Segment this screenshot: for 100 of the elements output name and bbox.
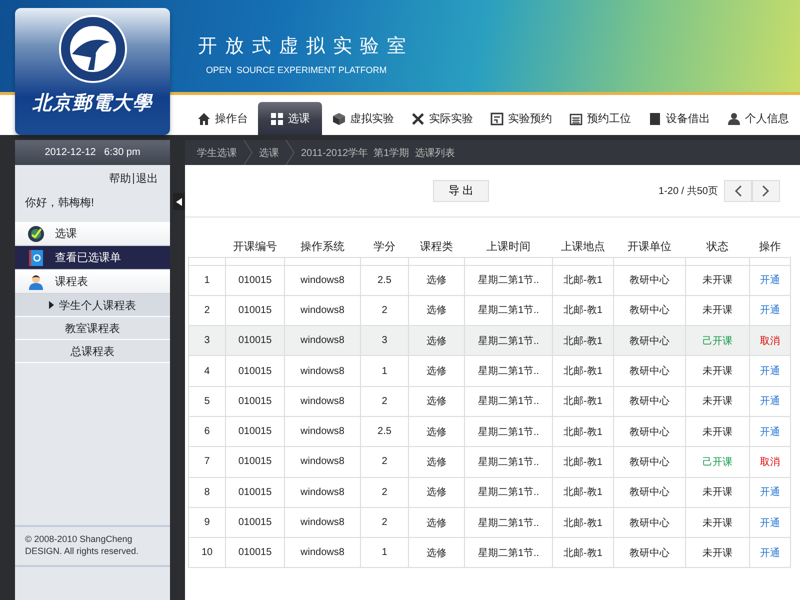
status-cell: 未开课 [686,477,750,508]
action-link[interactable]: 开通 [760,396,780,408]
table-cell: 010015 [226,477,284,508]
table-cell: 010015 [226,538,284,568]
nav-tab[interactable]: 实际实验 [404,102,480,135]
table-cell: 010015 [226,416,284,447]
table-cell: windows8 [284,356,360,386]
copyright-text: © 2008-2010 ShangCheng DESIGN. All rights reserved. [15,525,170,567]
menu-item[interactable]: 选课 [15,222,170,246]
table-cell: 星期二第1节.. [464,446,552,478]
table-cell: 北邮-教1 [552,538,614,568]
table-cell: 2 [360,507,408,538]
table-cell: 星期二第1节.. [464,416,552,447]
calendar-icon [569,112,583,126]
table-cell: 5 [188,386,226,416]
table-cell: 教研中心 [614,356,686,386]
table-cell: 星期二第1节.. [464,538,552,568]
breadcrumb-item[interactable]: 学生选课 [197,146,237,160]
column-header: 上课时间 [464,236,552,257]
table-cell: 选修 [408,386,464,416]
table-cell: 选修 [408,538,464,568]
menu-item[interactable]: 查看已选课单 [15,246,170,270]
table-cell: 星期二第1节.. [464,507,552,538]
table-cell: 北邮-教1 [552,507,614,538]
column-header: 操作系统 [284,236,360,257]
greeting-text: 你好，韩梅梅! [25,196,96,210]
table-cell: 选修 [408,416,464,447]
table-cell: 北邮-教1 [552,416,614,447]
site-title: 开放式虚拟实验室 [198,35,415,59]
action-link[interactable]: 开通 [760,305,780,316]
nav-tab[interactable]: 虚拟实验 [325,102,401,135]
table-cell: 教研中心 [614,386,686,416]
logo-text: 北京郵電大學 [32,91,152,116]
table-cell: windows8 [284,265,360,296]
date-time: 2012-12-12 6:30 pm [15,140,170,165]
action-link[interactable]: 开通 [760,426,780,438]
table-cell: windows8 [284,446,360,478]
action-link[interactable]: 取消 [760,456,780,468]
previous-button[interactable] [724,180,752,202]
nav-tab[interactable]: 实验预约 [483,102,559,135]
breadcrumb-item[interactable]: 选课 [259,146,279,160]
table-cell: 教研中心 [614,538,686,568]
nav-tab[interactable]: 预约工位 [562,102,638,135]
column-header: 上课地点 [552,236,614,257]
table-cell: 北邮-教1 [552,446,614,478]
breadcrumb-item[interactable]: 2011-2012学年 第1学期 选课列表 [301,146,455,160]
action-link[interactable]: 开通 [760,275,780,286]
export-button[interactable]: 导 出 [433,180,489,202]
table-cell: 星期二第1节.. [464,265,552,296]
nav-tab[interactable]: 设备借出 [641,102,717,135]
chevron-left-icon [734,184,742,196]
column-header: 开课单位 [614,236,686,257]
action-link[interactable]: 开通 [760,548,780,559]
nav-tab[interactable]: 选课 [258,102,322,135]
pointer-icon [49,301,54,309]
submenu-item[interactable]: 学生个人课程表 [15,294,170,317]
action-link[interactable]: 开通 [760,518,780,529]
menu-item[interactable]: 课程表 [15,270,170,294]
table-cell: 选修 [408,446,464,478]
nav-tab[interactable]: 操作台 [190,102,255,135]
collapse-button[interactable] [173,193,185,210]
table-cell: windows8 [284,538,360,568]
column-header: 课程类 [408,236,464,257]
submenu-item[interactable]: 教室课程表 [15,317,170,340]
table-cell: windows8 [284,477,360,508]
action-link[interactable]: 开通 [760,366,780,378]
nav-tab[interactable]: 个人信息 [720,102,796,135]
triangle-left-icon [176,198,182,206]
table-cell: 选修 [408,477,464,508]
column-header: 学分 [360,236,408,257]
table-cell: 6 [188,416,226,447]
table-cell: 3 [188,326,226,356]
table-cell: 星期二第1节.. [464,326,552,356]
status-cell: 己开课 [686,326,750,356]
submenu-item[interactable]: 总课程表 [15,340,170,363]
grid-icon [270,112,284,126]
table-cell: 4 [188,356,226,386]
table-cell: 2 [360,386,408,416]
status-cell: 未开课 [686,386,750,416]
table-cell: windows8 [284,507,360,538]
status-cell: 未开课 [686,538,750,568]
table-cell: 010015 [226,356,284,386]
action-link[interactable]: 取消 [760,336,780,347]
table-cell: 7 [188,446,226,478]
header-link[interactable]: 退出 [136,171,158,186]
person-icon [727,112,741,126]
next-button[interactable] [752,180,780,202]
table-cell: 010015 [226,386,284,416]
window-icon [490,112,504,126]
status-cell: 未开课 [686,265,750,296]
chevron-icon [243,140,253,165]
status-cell: 未开课 [686,507,750,538]
header-link[interactable]: 帮助 [109,171,131,186]
site-subtitle: OPEN SOURCE EXPERIMENT PLATFORM [206,65,388,75]
table-cell: 1 [360,356,408,386]
emblem-icon [58,14,128,84]
table-cell: 2.5 [360,265,408,296]
user-icon [27,272,45,290]
action-link[interactable]: 开通 [760,487,780,498]
table-cell: 010015 [226,326,284,356]
